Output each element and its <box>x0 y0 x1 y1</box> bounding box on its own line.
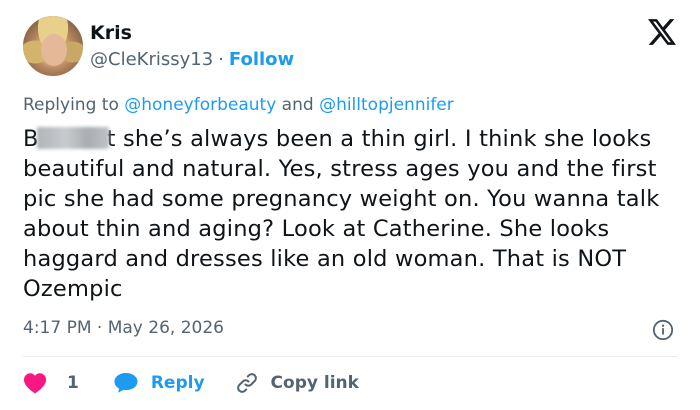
reply-bubble-icon <box>114 373 138 393</box>
replying-prefix: Replying to <box>23 95 119 115</box>
reply-button[interactable]: Reply <box>113 372 205 394</box>
action-bar: 1 Reply Copy link <box>23 370 359 396</box>
post-time[interactable]: 4:17 PM <box>23 318 92 338</box>
handle-row: @CleKrissy13 · Follow <box>90 49 294 70</box>
follow-button[interactable]: Follow <box>229 49 294 70</box>
replying-to: Replying to @honeyforbeauty and @hilltop… <box>23 95 454 115</box>
like-button[interactable]: 1 <box>23 372 79 394</box>
author-name[interactable]: Kris <box>90 22 132 44</box>
link-icon <box>236 373 257 393</box>
post-date[interactable]: May 26, 2026 <box>108 318 224 338</box>
info-icon[interactable] <box>652 319 674 341</box>
heart-icon <box>24 373 46 394</box>
timestamp-row[interactable]: 4:17 PM · May 26, 2026 <box>23 318 224 338</box>
time-separator: · <box>96 318 103 338</box>
copy-link-label: Copy link <box>270 373 359 393</box>
author-handle[interactable]: @CleKrissy13 <box>90 49 213 70</box>
reply-label: Reply <box>150 373 205 393</box>
like-count: 1 <box>67 373 79 393</box>
divider <box>23 356 677 357</box>
replying-conjunction: and <box>281 95 314 115</box>
copy-link-button[interactable]: Copy link <box>235 371 359 395</box>
x-logo-icon[interactable] <box>648 19 676 45</box>
redacted-blur <box>36 127 109 149</box>
avatar[interactable] <box>23 16 83 76</box>
post-text-rest: t she’s always been a thin girl. I think… <box>23 126 660 302</box>
reply-user-honeyforbeauty[interactable]: @honeyforbeauty <box>124 95 276 115</box>
avatar-face <box>41 34 67 66</box>
reply-user-hilltopjennifer[interactable]: @hilltopjennifer <box>319 95 454 115</box>
handle-separator: · <box>218 49 224 70</box>
post-text: Bt she’s always been a thin girl. I thin… <box>23 124 673 304</box>
